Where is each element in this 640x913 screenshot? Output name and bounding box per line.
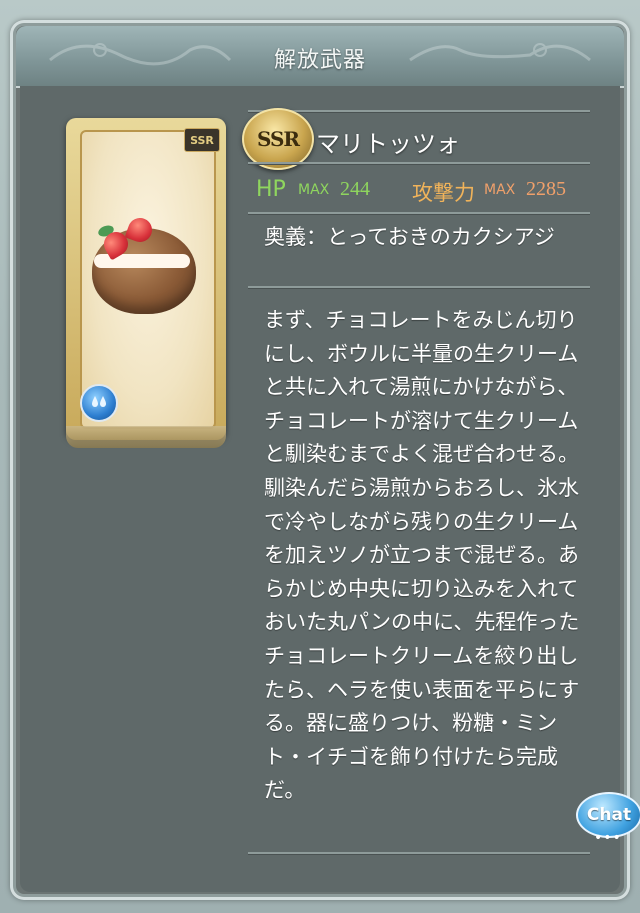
card-ornament-base [66, 426, 226, 448]
dialog-title: 解放武器 [273, 48, 366, 73]
card-rarity-badge: SSR [184, 128, 220, 152]
hp-max-label: MAX [298, 182, 330, 198]
atk-label: 攻撃力 [412, 181, 475, 205]
atk-max-label: MAX [484, 182, 516, 198]
weapon-stats: HP MAX 244 攻撃力 MAX 2285 [256, 177, 586, 207]
chat-button[interactable]: Chat ••• [576, 792, 640, 846]
hp-value: 244 [340, 178, 370, 200]
chat-dots: ••• [594, 830, 622, 846]
water-element-icon [80, 384, 118, 422]
atk-value: 2285 [526, 178, 566, 200]
ssr-rarity-badge: SSR [242, 108, 314, 170]
weapon-name: マリトッツォ [316, 130, 460, 158]
divider [248, 110, 590, 112]
divider [248, 286, 590, 288]
divider [248, 162, 590, 164]
weapon-description: まず、チョコレートをみじん切りにし、ボウルに半量の生クリームと共に入れて湯煎にか… [264, 308, 580, 803]
divider [248, 852, 590, 854]
divider [248, 212, 590, 214]
hp-label: HP [256, 177, 286, 202]
ougi-text: 奥義：とっておきのカクシアジ [264, 225, 555, 249]
